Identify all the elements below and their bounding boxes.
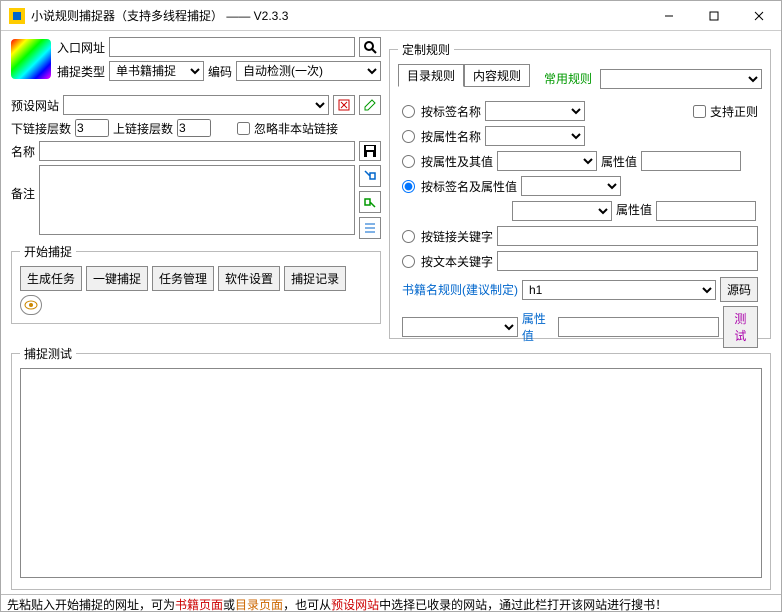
textkw-label: 按文本关键字	[421, 253, 493, 270]
radio-attrname[interactable]	[402, 130, 415, 143]
down-layers-label: 下链接层数	[11, 120, 71, 137]
delete-preset-icon[interactable]	[333, 95, 355, 115]
radio-textkw[interactable]	[402, 255, 415, 268]
search-icon[interactable]	[359, 37, 381, 57]
tag-attrval-tag-select[interactable]	[521, 176, 621, 196]
minimize-button[interactable]	[646, 1, 691, 30]
attrval-label: 按属性及其值	[421, 153, 493, 170]
soft-set-button[interactable]: 软件设置	[218, 266, 280, 291]
common-rule-label: 常用规则	[544, 70, 592, 87]
tagname-select[interactable]	[485, 101, 585, 121]
tab-content[interactable]: 内容规则	[464, 64, 530, 87]
textkw-input[interactable]	[497, 251, 758, 271]
start-capture-legend: 开始捕捉	[20, 243, 76, 260]
linkkw-label: 按链接关键字	[421, 228, 493, 245]
capture-log-button[interactable]: 捕捉记录	[284, 266, 346, 291]
ignore-external-checkbox[interactable]	[237, 122, 250, 135]
bookname-label: 书籍名规则(建议制定)	[402, 281, 518, 298]
attrname-label: 按属性名称	[421, 128, 481, 145]
tag-attrval-attr-select[interactable]	[512, 201, 612, 221]
import-icon[interactable]	[359, 165, 381, 187]
save-icon[interactable]	[359, 141, 381, 161]
capture-test-legend: 捕捉测试	[20, 345, 76, 362]
start-capture-fieldset: 开始捕捉 生成任务 一键捕捉 任务管理 软件设置 捕捉记录	[11, 243, 381, 324]
attrval-attr-select[interactable]	[497, 151, 597, 171]
radio-linkkw[interactable]	[402, 230, 415, 243]
attrval-val-input[interactable]	[641, 151, 741, 171]
capture-type-select[interactable]: 单书籍捕捉	[109, 61, 204, 81]
custom-rule-legend: 定制规则	[398, 41, 454, 58]
app-icon	[9, 8, 25, 24]
encode-label: 编码	[208, 63, 232, 80]
down-layers-input[interactable]	[75, 119, 109, 137]
close-button[interactable]	[736, 1, 781, 30]
gen-task-button[interactable]: 生成任务	[20, 266, 82, 291]
preset-select[interactable]	[63, 95, 329, 115]
eye-icon[interactable]	[20, 295, 42, 315]
ignore-label: 忽略非本站链接	[254, 120, 338, 137]
url-label: 入口网址	[57, 39, 105, 56]
linkkw-input[interactable]	[497, 226, 758, 246]
task-mgmt-button[interactable]: 任务管理	[152, 266, 214, 291]
name-label: 名称	[11, 143, 35, 160]
radio-tagname[interactable]	[402, 105, 415, 118]
capture-test-fieldset: 捕捉测试	[11, 345, 771, 590]
up-layers-input[interactable]	[177, 119, 211, 137]
encode-select[interactable]: 自动检测(一次)	[236, 61, 381, 81]
window-title: 小说规则捕捉器（支持多线程捕捉） —— V2.3.3	[31, 7, 646, 24]
regex-label: 支持正则	[710, 103, 758, 120]
radio-tag-attrval[interactable]	[402, 180, 415, 193]
tag-attrval-label: 按标签名及属性值	[421, 178, 517, 195]
one-click-button[interactable]: 一键捕捉	[86, 266, 148, 291]
radio-attrval[interactable]	[402, 155, 415, 168]
remark-input[interactable]	[39, 165, 355, 235]
edit-preset-icon[interactable]	[359, 95, 381, 115]
attrname-select[interactable]	[485, 126, 585, 146]
capture-type-label: 捕捉类型	[57, 63, 105, 80]
url-input[interactable]	[109, 37, 355, 57]
bookname-select[interactable]: h1	[522, 280, 716, 300]
tag-attrval-val-input[interactable]	[656, 201, 756, 221]
titlebar: 小说规则捕捉器（支持多线程捕捉） —— V2.3.3	[1, 1, 781, 31]
attrval-val-label: 属性值	[601, 153, 637, 170]
app-logo-icon	[11, 39, 51, 79]
bookname-attr-select[interactable]	[402, 317, 518, 337]
bookname-attrval-label: 属性值	[522, 310, 554, 344]
capture-test-output[interactable]	[20, 368, 762, 578]
regex-checkbox[interactable]	[693, 105, 706, 118]
tagname-label: 按标签名称	[421, 103, 481, 120]
tag-attrval-val-label: 属性值	[616, 201, 652, 221]
preset-label: 预设网站	[11, 97, 59, 114]
maximize-button[interactable]	[691, 1, 736, 30]
tab-catalog[interactable]: 目录规则	[398, 64, 464, 87]
custom-rule-fieldset: 定制规则 目录规则 内容规则 常用规则 按标签名称 支持正则	[389, 41, 771, 339]
remark-label: 备注	[11, 165, 35, 202]
source-button[interactable]: 源码	[720, 277, 758, 302]
up-layers-label: 上链接层数	[113, 120, 173, 137]
bookname-attrval-input[interactable]	[558, 317, 719, 337]
export-icon[interactable]	[359, 191, 381, 213]
list-icon[interactable]	[359, 217, 381, 239]
name-input[interactable]	[39, 141, 355, 161]
common-rule-select[interactable]	[600, 69, 762, 89]
